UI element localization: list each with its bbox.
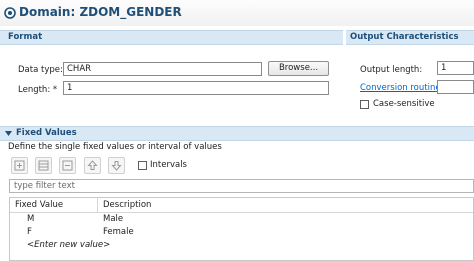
description-cell[interactable]: Male (103, 214, 123, 224)
fixed-value-cell[interactable]: M (27, 214, 34, 224)
move-down-icon (111, 161, 122, 171)
column-divider[interactable] (97, 198, 98, 212)
domain-icon (4, 7, 16, 19)
move-up-button[interactable] (84, 157, 101, 174)
add-row-button[interactable] (11, 157, 28, 174)
output-length-field[interactable]: 1 (437, 61, 474, 75)
move-down-button[interactable] (108, 157, 125, 174)
fixed-values-table: Fixed Value Description M Male F Female … (9, 197, 474, 261)
case-sensitive-checkbox[interactable] (360, 100, 369, 109)
editor-title-bar: Domain: ZDOM_GENDER (0, 0, 474, 26)
format-section-header: Format (0, 30, 343, 45)
editor-title: Domain: ZDOM_GENDER (19, 5, 182, 19)
case-sensitive-label: Case-sensitive (373, 99, 435, 109)
fixed-value-cell[interactable]: F (27, 227, 32, 237)
browse-button[interactable]: Browse... (268, 61, 329, 76)
length-label: Length: * (18, 85, 58, 95)
conversion-routine-field[interactable] (437, 80, 474, 94)
conversion-routine-link[interactable]: Conversion routine: (360, 83, 443, 93)
intervals-checkbox[interactable] (138, 161, 147, 170)
output-section-header: Output Characteristics (346, 30, 474, 45)
intervals-label: Intervals (150, 160, 187, 170)
delete-row-button[interactable] (59, 157, 76, 174)
new-value-hint[interactable]: <Enter new value> (27, 240, 110, 250)
column-header-description[interactable]: Description (103, 200, 151, 210)
output-section-title: Output Characteristics (350, 32, 459, 42)
format-section-title: Format (8, 32, 43, 42)
table-header: Fixed Value Description (10, 198, 473, 213)
insert-row-icon (38, 160, 49, 171)
fixed-values-section-title: Fixed Values (16, 128, 77, 138)
table-row[interactable]: M Male (10, 213, 473, 225)
new-value-row[interactable]: <Enter new value> (10, 239, 473, 251)
insert-row-button[interactable] (35, 157, 52, 174)
data-type-field[interactable]: CHAR (63, 62, 262, 76)
table-row[interactable]: F Female (10, 226, 473, 238)
fixed-values-section-header: Fixed Values (0, 126, 474, 141)
move-up-icon (87, 160, 98, 170)
add-row-icon (14, 160, 25, 171)
delete-row-icon (62, 160, 73, 171)
output-length-label: Output length: (360, 65, 423, 75)
collapse-icon[interactable] (5, 131, 12, 137)
fixed-values-description: Define the single fixed values or interv… (8, 142, 222, 152)
column-header-fixed-value[interactable]: Fixed Value (15, 200, 63, 210)
filter-input[interactable]: type filter text (9, 179, 474, 193)
length-field[interactable]: 1 (63, 81, 329, 95)
description-cell[interactable]: Female (103, 227, 134, 237)
